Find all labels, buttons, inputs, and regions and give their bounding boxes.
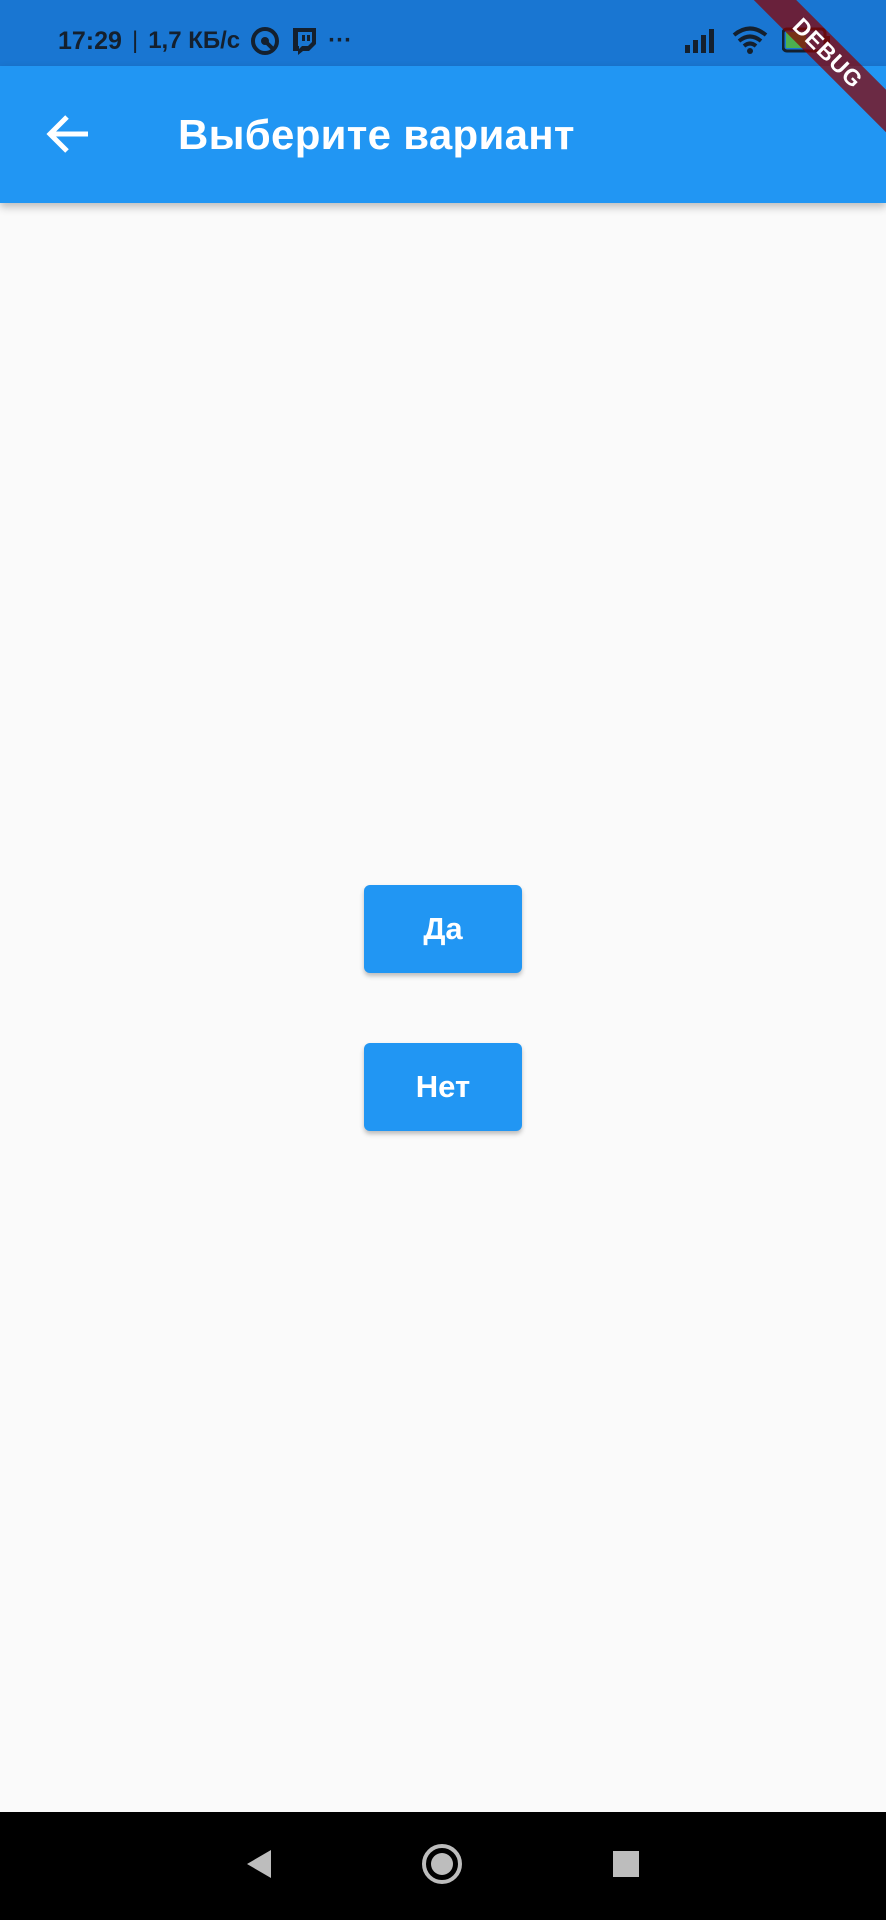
- nav-back-icon: [243, 1848, 273, 1885]
- status-separator: |: [131, 27, 139, 54]
- status-bar: 17:29 | 1,7 КБ/с ···: [0, 0, 886, 66]
- status-net-speed: 1,7 КБ/с: [148, 27, 241, 54]
- status-more: ···: [328, 27, 353, 54]
- app-bar: Выберите вариант: [0, 66, 886, 203]
- wifi-icon: [732, 26, 768, 54]
- nav-home-button[interactable]: [414, 1838, 470, 1894]
- page-title: Выберите вариант: [178, 110, 575, 158]
- signal-icon: [684, 27, 718, 53]
- yes-button[interactable]: Да: [364, 885, 522, 973]
- twitch-icon: [290, 26, 318, 56]
- nav-recent-button[interactable]: [598, 1838, 654, 1894]
- no-button[interactable]: Нет: [364, 1043, 522, 1131]
- battery-icon: [782, 27, 832, 53]
- nav-back-button[interactable]: [230, 1838, 286, 1894]
- arrow-back-icon: [46, 114, 90, 159]
- navigation-bar: [0, 1812, 886, 1920]
- nav-recent-icon: [611, 1849, 641, 1884]
- back-button[interactable]: [36, 104, 100, 168]
- vpn-icon: [250, 26, 280, 56]
- nav-home-icon: [420, 1842, 464, 1891]
- screen: 17:29 | 1,7 КБ/с ··· Выберите вариант DE…: [0, 0, 886, 1920]
- status-time: 17:29: [58, 26, 122, 55]
- status-right: [684, 26, 832, 54]
